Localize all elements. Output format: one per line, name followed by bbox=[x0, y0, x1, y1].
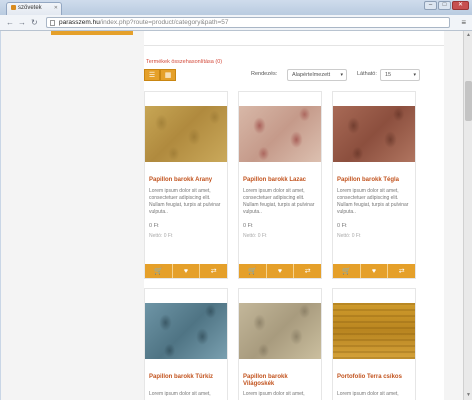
product-price: 0 Ft bbox=[337, 223, 347, 229]
limit-label: Látható: bbox=[357, 71, 377, 77]
product-price: 0 Ft bbox=[149, 223, 159, 229]
heart-icon: ♥ bbox=[277, 267, 283, 275]
back-arrow-icon[interactable]: ← bbox=[6, 18, 14, 28]
url-path: /index.php?route=product/category&path=5… bbox=[99, 19, 229, 26]
product-name[interactable]: Papillon barokk Lazac bbox=[243, 177, 319, 184]
cart-icon: 🛒 bbox=[341, 268, 351, 275]
product-compare-link[interactable]: Termékek összehasonlítása (0) bbox=[146, 59, 222, 65]
browser-toolbar: ← → ↻ parasszem.hu/index.php?route=produ… bbox=[0, 15, 472, 31]
grid-view-button[interactable]: ▦ bbox=[160, 69, 176, 81]
add-to-cart-button[interactable]: 🛒 bbox=[145, 264, 173, 278]
close-tab-icon[interactable]: ✕ bbox=[54, 5, 58, 11]
cart-icon: 🛒 bbox=[247, 268, 257, 275]
heart-icon: ♥ bbox=[371, 267, 377, 275]
add-to-wishlist-button[interactable]: ♥ bbox=[172, 264, 201, 278]
maximize-button[interactable]: □ bbox=[438, 1, 451, 10]
product-name[interactable]: Portofolio Terra csíkos bbox=[337, 374, 413, 381]
nav-accent-bar bbox=[51, 31, 133, 35]
product-name[interactable]: Papillon barokk Tégla bbox=[337, 177, 413, 184]
product-price: 0 Ft bbox=[243, 223, 253, 229]
list-view-button[interactable]: ☰ bbox=[144, 69, 160, 81]
product-description: Lorem ipsum dolor sit amet, bbox=[243, 391, 305, 397]
url-host: parasszem.hu bbox=[59, 19, 100, 26]
chevron-down-icon: ▾ bbox=[340, 72, 343, 78]
reload-icon[interactable]: ↻ bbox=[31, 18, 38, 28]
compare-icon: ⇄ bbox=[304, 268, 311, 275]
compare-icon: ⇄ bbox=[210, 268, 217, 275]
sort-select[interactable]: Alapértelmezett ▾ bbox=[287, 69, 347, 81]
compare-button[interactable]: ⇄ bbox=[388, 264, 416, 278]
menu-icon[interactable]: ≡ bbox=[461, 18, 466, 27]
limit-value: 15 bbox=[385, 72, 392, 78]
product-name[interactable]: Papillon barokk Türkiz bbox=[149, 374, 225, 381]
compare-icon: ⇄ bbox=[398, 268, 405, 275]
cart-icon: 🛒 bbox=[153, 268, 163, 275]
product-tax: Nettó: 0 Ft bbox=[243, 233, 267, 239]
product-actions: 🛒 ♥ ⇄ bbox=[145, 264, 228, 278]
list-icon: ☰ bbox=[148, 71, 156, 79]
product-card: Papillon barokk Lazac Lorem ipsum dolor … bbox=[238, 91, 322, 279]
heart-icon: ♥ bbox=[183, 267, 189, 275]
grid-icon: ▦ bbox=[164, 71, 172, 79]
product-image[interactable] bbox=[145, 106, 227, 162]
product-card: Papillon barokk Türkiz Lorem ipsum dolor… bbox=[144, 288, 228, 400]
close-window-button[interactable]: ✕ bbox=[452, 1, 469, 10]
limit-select[interactable]: 15 ▾ bbox=[380, 69, 420, 81]
window-controls: – □ ✕ bbox=[424, 1, 469, 10]
product-card: Papillon barokk Arany Lorem ipsum dolor … bbox=[144, 91, 228, 279]
scroll-up-icon[interactable]: ▲ bbox=[465, 32, 472, 39]
browser-tab[interactable]: szövetek ✕ bbox=[6, 2, 62, 15]
add-to-cart-button[interactable]: 🛒 bbox=[333, 264, 361, 278]
product-image[interactable] bbox=[333, 303, 415, 359]
sort-value: Alapértelmezett bbox=[292, 72, 331, 78]
compare-button[interactable]: ⇄ bbox=[294, 264, 322, 278]
product-tax: Nettó: 0 Ft bbox=[149, 233, 173, 239]
forward-arrow-icon[interactable]: → bbox=[18, 18, 26, 28]
product-card: Portofolio Terra csíkos Lorem ipsum dolo… bbox=[332, 288, 416, 400]
product-image[interactable] bbox=[239, 303, 321, 359]
add-to-wishlist-button[interactable]: ♥ bbox=[266, 264, 295, 278]
page-icon bbox=[50, 20, 55, 26]
product-name[interactable]: Papillon barokk Arany bbox=[149, 177, 225, 184]
product-actions: 🛒 ♥ ⇄ bbox=[333, 264, 416, 278]
product-description: Lorem ipsum dolor sit amet, consectetuer… bbox=[149, 188, 221, 215]
chevron-down-icon: ▾ bbox=[413, 72, 416, 78]
product-tax: Nettó: 0 Ft bbox=[337, 233, 361, 239]
favicon-icon bbox=[11, 5, 16, 10]
product-description: Lorem ipsum dolor sit amet, consectetuer… bbox=[337, 188, 409, 215]
scroll-down-icon[interactable]: ▼ bbox=[465, 392, 472, 399]
divider bbox=[144, 45, 444, 46]
product-card: Papillon barokk Tégla Lorem ipsum dolor … bbox=[332, 91, 416, 279]
product-image[interactable] bbox=[145, 303, 227, 359]
product-card: Papillon barokk Világoskék Lorem ipsum d… bbox=[238, 288, 322, 400]
page-scrollbar[interactable]: ▲ ▼ bbox=[463, 31, 472, 400]
product-description: Lorem ipsum dolor sit amet, bbox=[337, 391, 399, 397]
product-description: Lorem ipsum dolor sit amet, bbox=[149, 391, 211, 397]
product-description: Lorem ipsum dolor sit amet, consectetuer… bbox=[243, 188, 315, 215]
minimize-button[interactable]: – bbox=[424, 1, 437, 10]
product-image[interactable] bbox=[239, 106, 321, 162]
view-toggle: ☰ ▦ bbox=[144, 69, 176, 81]
product-name[interactable]: Papillon barokk Világoskék bbox=[243, 374, 319, 388]
add-to-cart-button[interactable]: 🛒 bbox=[239, 264, 267, 278]
add-to-wishlist-button[interactable]: ♥ bbox=[360, 264, 389, 278]
scrollbar-thumb[interactable] bbox=[465, 81, 472, 121]
address-bar[interactable]: parasszem.hu/index.php?route=product/cat… bbox=[46, 17, 450, 28]
product-actions: 🛒 ♥ ⇄ bbox=[239, 264, 322, 278]
sort-label: Rendezés: bbox=[251, 71, 278, 77]
tab-title: szövetek bbox=[18, 5, 42, 11]
product-image[interactable] bbox=[333, 106, 415, 162]
browser-titlebar: szövetek ✕ – □ ✕ bbox=[0, 0, 472, 15]
compare-button[interactable]: ⇄ bbox=[200, 264, 228, 278]
